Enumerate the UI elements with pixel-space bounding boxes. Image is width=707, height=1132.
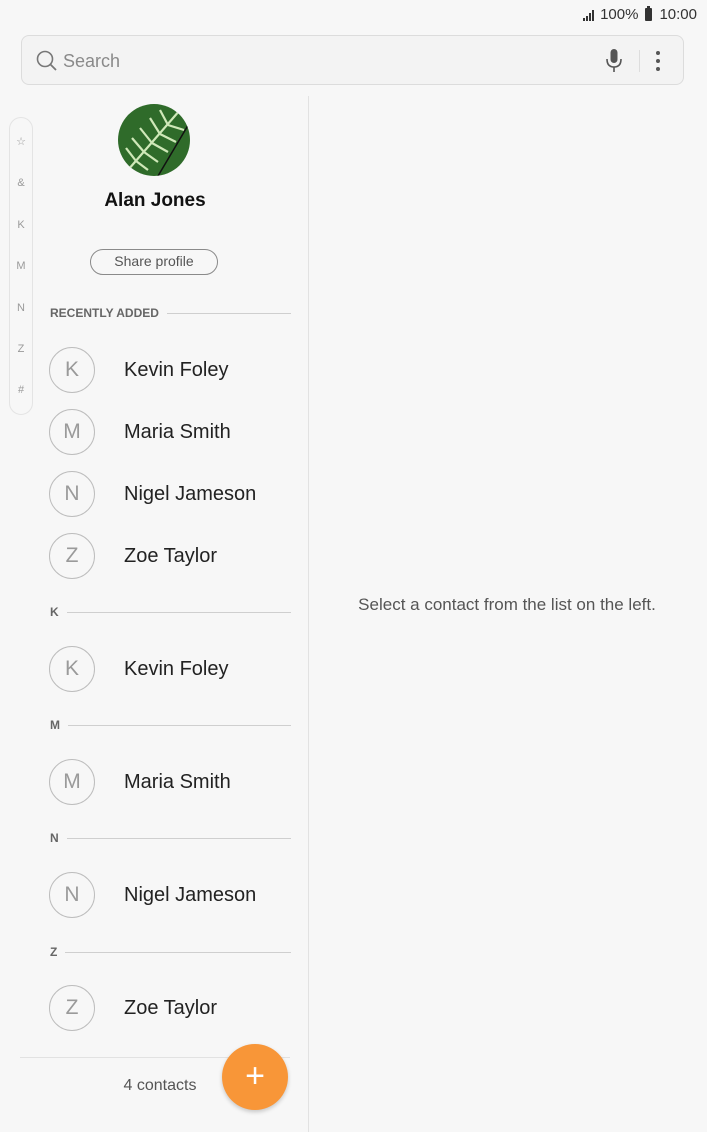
contact-name: Zoe Taylor <box>124 997 218 1019</box>
add-contact-button[interactable]: + <box>222 1044 288 1110</box>
contact-initial-avatar: K <box>49 347 95 393</box>
status-right: 100% 10:00 <box>583 6 697 23</box>
search-placeholder: Search <box>63 51 121 71</box>
index-letter[interactable]: K <box>10 219 32 231</box>
index-letter[interactable]: # <box>10 384 32 396</box>
contact-initial-avatar: N <box>49 471 95 517</box>
group-header-k: K <box>50 604 291 620</box>
index-scrollbar[interactable]: ☆ & K M N Z # <box>9 117 33 415</box>
index-letter[interactable]: & <box>10 177 32 189</box>
index-letter[interactable]: N <box>10 302 32 314</box>
contact-name: Nigel Jameson <box>124 884 257 906</box>
profile-avatar[interactable] <box>118 104 190 176</box>
contact-row[interactable]: K Kevin Foley <box>49 646 299 694</box>
contact-row[interactable]: M Maria Smith <box>49 759 299 807</box>
clock: 10:00 <box>659 6 697 23</box>
battery-percent: 100% <box>600 6 639 23</box>
contact-initial-avatar: K <box>49 646 95 692</box>
search-separator <box>639 50 640 72</box>
more-vert-icon[interactable] <box>654 49 662 78</box>
contact-row[interactable]: N Nigel Jameson <box>49 872 299 920</box>
section-divider <box>66 611 291 613</box>
contact-initial-avatar: Z <box>49 985 95 1031</box>
mic-icon[interactable] <box>605 48 623 79</box>
contact-name: Maria Smith <box>124 771 231 793</box>
group-letter: Z <box>50 945 58 959</box>
group-letter: M <box>50 718 60 732</box>
section-label: RECENTLY ADDED <box>50 306 159 320</box>
section-divider <box>66 837 291 839</box>
recent-contact-row[interactable]: Z Zoe Taylor <box>49 533 299 581</box>
group-letter: K <box>50 605 59 619</box>
recent-contact-row[interactable]: M Maria Smith <box>49 409 299 457</box>
group-header-z: Z <box>50 944 291 960</box>
group-letter: N <box>50 831 59 845</box>
group-header-n: N <box>50 830 291 846</box>
contact-name: Nigel Jameson <box>124 483 257 505</box>
search-icon <box>36 50 58 77</box>
section-divider <box>68 724 291 726</box>
status-bar: 100% 10:00 <box>0 0 707 32</box>
section-divider <box>65 951 291 953</box>
group-header-m: M <box>50 717 291 733</box>
contact-name: Zoe Taylor <box>124 545 218 567</box>
recent-contact-row[interactable]: N Nigel Jameson <box>49 471 299 519</box>
profile-name[interactable]: Alan Jones <box>60 190 250 212</box>
index-letter[interactable]: ☆ <box>10 135 32 148</box>
contact-name: Kevin Foley <box>124 658 229 680</box>
section-divider <box>166 312 291 314</box>
empty-detail-message: Select a contact from the list on the le… <box>358 595 656 614</box>
recent-contact-row[interactable]: K Kevin Foley <box>49 347 299 395</box>
battery-icon <box>645 6 653 21</box>
contact-initial-avatar: M <box>49 409 95 455</box>
index-letter[interactable]: Z <box>10 343 32 355</box>
index-letter[interactable]: M <box>10 260 32 272</box>
contact-initial-avatar: Z <box>49 533 95 579</box>
contact-name: Kevin Foley <box>124 359 229 381</box>
search-bar[interactable]: Search <box>21 35 684 85</box>
contact-row[interactable]: Z Zoe Taylor <box>49 985 299 1033</box>
recently-added-header: RECENTLY ADDED <box>50 305 291 321</box>
plus-icon: + <box>245 1057 265 1095</box>
pane-divider <box>308 96 309 1132</box>
share-profile-button[interactable]: Share profile <box>90 249 218 275</box>
contact-initial-avatar: M <box>49 759 95 805</box>
signal-icon <box>583 9 595 21</box>
contact-initial-avatar: N <box>49 872 95 918</box>
contact-count: 4 contacts <box>123 1077 197 1094</box>
contact-name: Maria Smith <box>124 421 231 443</box>
